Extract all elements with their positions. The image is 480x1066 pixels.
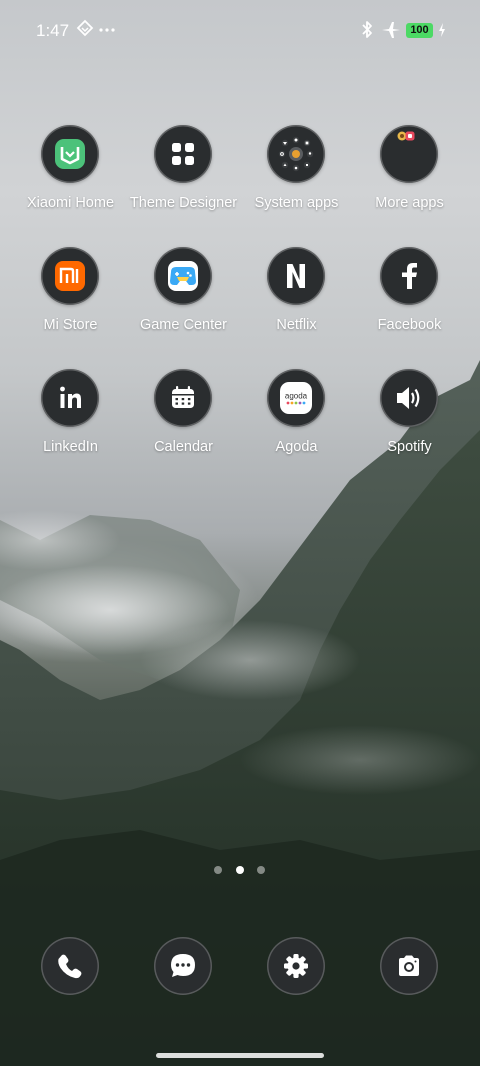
airplane-mode-icon [380,19,402,46]
message-icon [171,954,195,977]
app-xiaomi-home[interactable]: Xiaomi Home [14,125,127,229]
app-label: Agoda [275,439,318,455]
app-linkedin[interactable]: LinkedIn [14,369,127,473]
bluetooth-icon [359,19,375,46]
dock-phone-button[interactable] [41,937,99,995]
app-label: Facebook [377,317,442,333]
facebook-icon [380,247,438,305]
folder-more-apps[interactable]: More apps [353,125,466,229]
app-calendar[interactable]: Calendar [127,369,240,473]
camera-icon [399,955,419,976]
app-netflix[interactable]: Netflix [240,247,353,351]
gear-icon [284,954,308,978]
app-theme-designer[interactable]: Theme Designer [127,125,240,229]
folder-icon [380,125,438,183]
app-label: Xiaomi Home [26,195,115,211]
page-dot[interactable] [257,866,265,874]
app-label: LinkedIn [43,439,98,455]
theme-designer-icon [154,125,212,183]
cast-icon [76,19,94,44]
agoda-logo-text: agoda [285,392,308,401]
page-indicator[interactable] [213,866,269,876]
app-agoda[interactable]: agoda Agoda [240,369,353,473]
app-label: Game Center [139,317,228,333]
app-mi-store[interactable]: Mi Store [14,247,127,351]
app-label: Theme Designer [129,195,238,211]
status-bar: 1:47 100 [0,0,480,62]
calendar-icon [154,369,212,427]
folder-label: More apps [375,195,444,211]
folder-system-apps[interactable]: System apps [240,125,353,229]
speaker-icon [380,369,438,427]
xiaomi-home-icon [41,125,99,183]
more-dots-icon [98,19,116,44]
dock-settings-button[interactable] [267,937,325,995]
app-facebook[interactable]: Facebook [353,247,466,351]
phone-icon [58,954,82,979]
page-dot-active[interactable] [236,866,244,874]
agoda-icon: agoda [267,369,325,427]
app-label: Mi Store [43,317,98,333]
clock: 1:47 [36,21,70,40]
game-controller-icon [154,247,212,305]
app-label: Calendar [154,439,213,455]
app-game-center[interactable]: Game Center [127,247,240,351]
dock-camera-button[interactable] [380,937,438,995]
folder-icon [267,125,325,183]
dock-messages-button[interactable] [154,937,212,995]
app-spotify[interactable]: Spotify [353,369,466,473]
mi-store-icon [41,247,99,305]
linkedin-icon [41,369,99,427]
home-gesture-bar[interactable] [156,1053,324,1058]
battery-icon: 100 [406,23,433,38]
page-dot[interactable] [214,866,222,874]
app-label: Netflix [276,317,317,333]
app-label: Spotify [387,439,432,455]
charging-icon [437,19,447,46]
folder-label: System apps [254,195,339,211]
netflix-icon [267,247,325,305]
